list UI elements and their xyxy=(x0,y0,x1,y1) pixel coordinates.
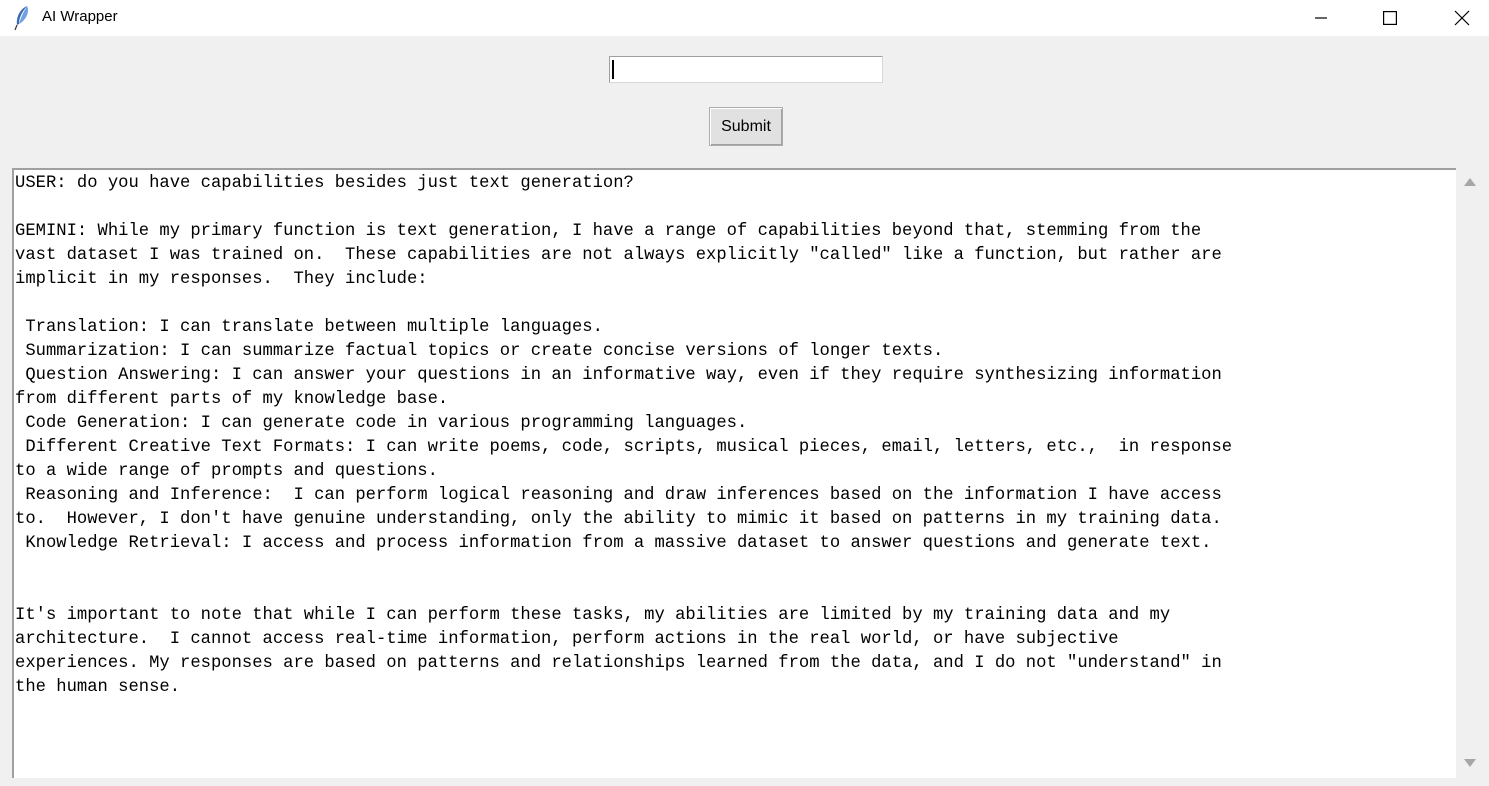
scroll-up-arrow-icon[interactable] xyxy=(1463,176,1477,188)
title-bar[interactable]: AI Wrapper xyxy=(0,0,1489,36)
maximize-button[interactable] xyxy=(1367,0,1413,36)
feather-icon xyxy=(12,5,32,31)
minimize-button[interactable] xyxy=(1298,0,1344,36)
vertical-scrollbar[interactable] xyxy=(1458,170,1482,778)
close-icon xyxy=(1454,10,1470,26)
app-window: AI Wrapper Submit USER: do you have capa… xyxy=(0,0,1489,786)
scroll-down-arrow-icon[interactable] xyxy=(1463,757,1477,769)
prompt-input[interactable] xyxy=(609,56,883,83)
submit-button[interactable]: Submit xyxy=(709,107,783,146)
text-caret xyxy=(612,60,614,79)
window-title: AI Wrapper xyxy=(42,8,118,25)
maximize-icon xyxy=(1383,11,1397,25)
response-text: USER: do you have capabilities besides j… xyxy=(15,174,1233,697)
close-button[interactable] xyxy=(1439,0,1485,36)
minimize-icon xyxy=(1315,12,1327,24)
